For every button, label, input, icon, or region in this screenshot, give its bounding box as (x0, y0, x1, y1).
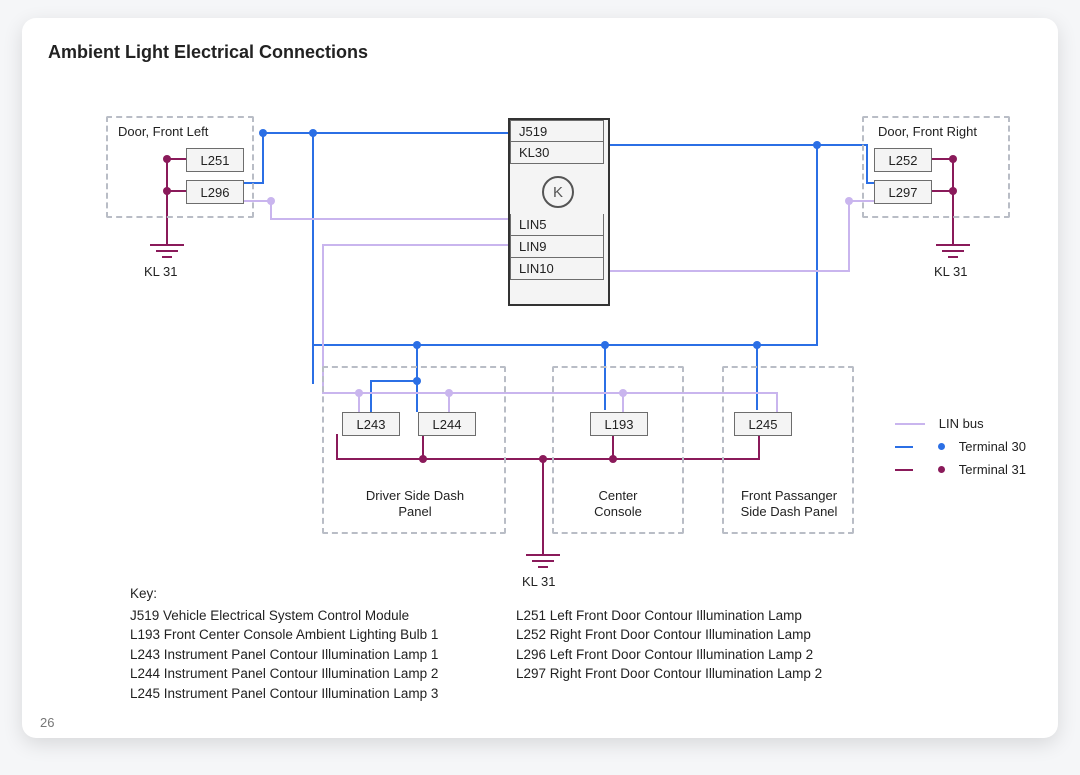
wire-t30 (606, 144, 866, 146)
module-id: J519 (510, 120, 604, 142)
lamp-l252: L252 (874, 148, 932, 172)
node-t30 (309, 129, 317, 137)
legend-label: Terminal 30 (959, 439, 1026, 454)
wire-lin (848, 200, 850, 272)
key-item: L245 Instrument Panel Contour Illuminati… (130, 684, 510, 704)
node-lin (845, 197, 853, 205)
node-t30 (259, 129, 267, 137)
key-item: L251 Left Front Door Contour Illuminatio… (516, 606, 936, 626)
ground-icon (936, 244, 970, 262)
ground-label: KL 31 (144, 264, 178, 279)
legend-swatch-icon (895, 423, 925, 425)
wire-lin (606, 270, 850, 272)
k-circle-icon: K (542, 176, 574, 208)
legend-node-icon (938, 466, 945, 473)
key-item: J519 Vehicle Electrical System Control M… (130, 606, 510, 626)
wire-t30 (262, 132, 264, 182)
key-column-right: L251 Left Front Door Contour Illuminatio… (516, 606, 936, 704)
legend-label: Terminal 31 (959, 462, 1026, 477)
legend-label: LIN bus (939, 416, 984, 431)
wire-t30 (262, 132, 510, 134)
legend-item-t30: Terminal 30 (895, 439, 1026, 454)
key-item: L252 Right Front Door Contour Illuminati… (516, 625, 936, 645)
node-t30 (753, 341, 761, 349)
enclosure-label: Door, Front Left (118, 124, 208, 140)
legend-swatch-icon (895, 446, 913, 448)
node-lin (267, 197, 275, 205)
key-item: L296 Left Front Door Contour Illuminatio… (516, 645, 936, 665)
legend-node-icon (938, 443, 945, 450)
legend-item-t31: Terminal 31 (895, 462, 1026, 477)
node-t31 (539, 455, 547, 463)
key-item: L243 Instrument Panel Contour Illuminati… (130, 645, 510, 665)
lamp-l243: L243 (342, 412, 400, 436)
wire-lin (322, 244, 510, 246)
enclosure-label: Center Console (588, 488, 648, 521)
wire-lin (270, 218, 510, 220)
legend-swatch-icon (895, 469, 913, 471)
ground-icon (526, 554, 560, 572)
node-t30 (601, 341, 609, 349)
ground-icon (150, 244, 184, 262)
node-t30 (413, 341, 421, 349)
lamp-l251: L251 (186, 148, 244, 172)
key-heading: Key: (130, 584, 936, 604)
wire-t30 (312, 132, 314, 384)
key-item: L244 Instrument Panel Contour Illuminati… (130, 664, 510, 684)
module-row-kl30: KL30 (510, 142, 604, 164)
page-title: Ambient Light Electrical Connections (48, 42, 368, 63)
enclosure-label: Driver Side Dash Panel (360, 488, 470, 521)
enclosure-label: Front Passanger Side Dash Panel (734, 488, 844, 521)
wire-t30 (312, 344, 818, 346)
lamp-l297: L297 (874, 180, 932, 204)
legend: LIN bus Terminal 30 Terminal 31 (895, 416, 1026, 485)
lamp-l244: L244 (418, 412, 476, 436)
module-row-lin5: LIN5 (510, 214, 604, 236)
node-t30 (813, 141, 821, 149)
wire-t30 (816, 144, 818, 346)
lamp-l193: L193 (590, 412, 648, 436)
module-row-lin9: LIN9 (510, 236, 604, 258)
lamp-l245: L245 (734, 412, 792, 436)
legend-item-lin: LIN bus (895, 416, 1026, 431)
module-row-lin10: LIN10 (510, 258, 604, 280)
key-block: Key: J519 Vehicle Electrical System Cont… (130, 584, 936, 703)
wire-t31 (542, 458, 544, 554)
key-item: L297 Right Front Door Contour Illuminati… (516, 664, 936, 684)
key-column-left: J519 Vehicle Electrical System Control M… (130, 606, 510, 704)
page-number: 26 (40, 715, 54, 730)
ground-label: KL 31 (934, 264, 968, 279)
enclosure-label: Door, Front Right (878, 124, 977, 140)
key-item: L193 Front Center Console Ambient Lighti… (130, 625, 510, 645)
lamp-l296: L296 (186, 180, 244, 204)
diagram-card: Ambient Light Electrical Connections (22, 18, 1058, 738)
